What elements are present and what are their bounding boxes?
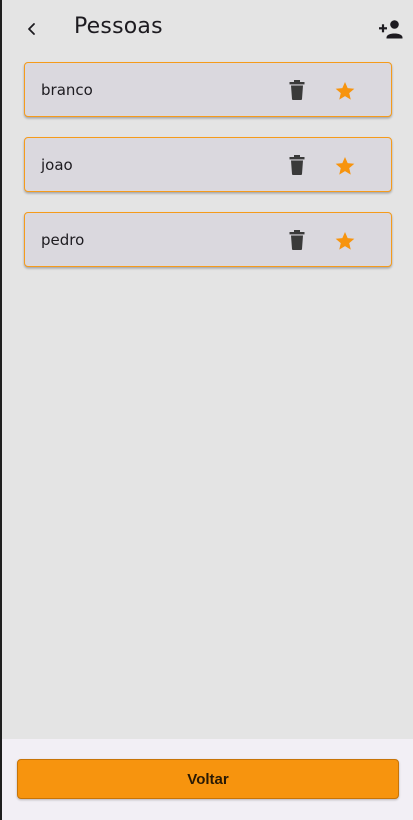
voltar-button[interactable]: Voltar <box>17 759 399 799</box>
delete-button[interactable] <box>285 153 309 177</box>
trash-icon <box>289 230 305 250</box>
star-icon <box>335 232 355 250</box>
person-add-icon <box>379 20 403 39</box>
person-name: pedro <box>41 231 85 249</box>
people-screen: Pessoas branco joao pedro Voltar <box>0 0 413 820</box>
list-item[interactable]: branco <box>24 62 392 117</box>
list-item[interactable]: pedro <box>24 212 392 267</box>
app-bar: Pessoas <box>2 0 413 58</box>
favorite-button[interactable] <box>332 228 358 254</box>
person-name: joao <box>41 156 73 174</box>
list-item[interactable]: joao <box>24 137 392 192</box>
person-name: branco <box>41 81 93 99</box>
favorite-button[interactable] <box>332 78 358 104</box>
back-button[interactable] <box>20 17 44 41</box>
delete-button[interactable] <box>285 228 309 252</box>
page-title: Pessoas <box>74 14 163 39</box>
star-icon <box>335 157 355 175</box>
bottom-bar: Voltar <box>2 739 413 820</box>
people-list: branco joao pedro <box>24 62 392 287</box>
add-person-button[interactable] <box>376 16 406 42</box>
trash-icon <box>289 155 305 175</box>
star-icon <box>335 82 355 100</box>
trash-icon <box>289 80 305 100</box>
delete-button[interactable] <box>285 78 309 102</box>
chevron-left-icon <box>28 23 35 35</box>
favorite-button[interactable] <box>332 153 358 179</box>
